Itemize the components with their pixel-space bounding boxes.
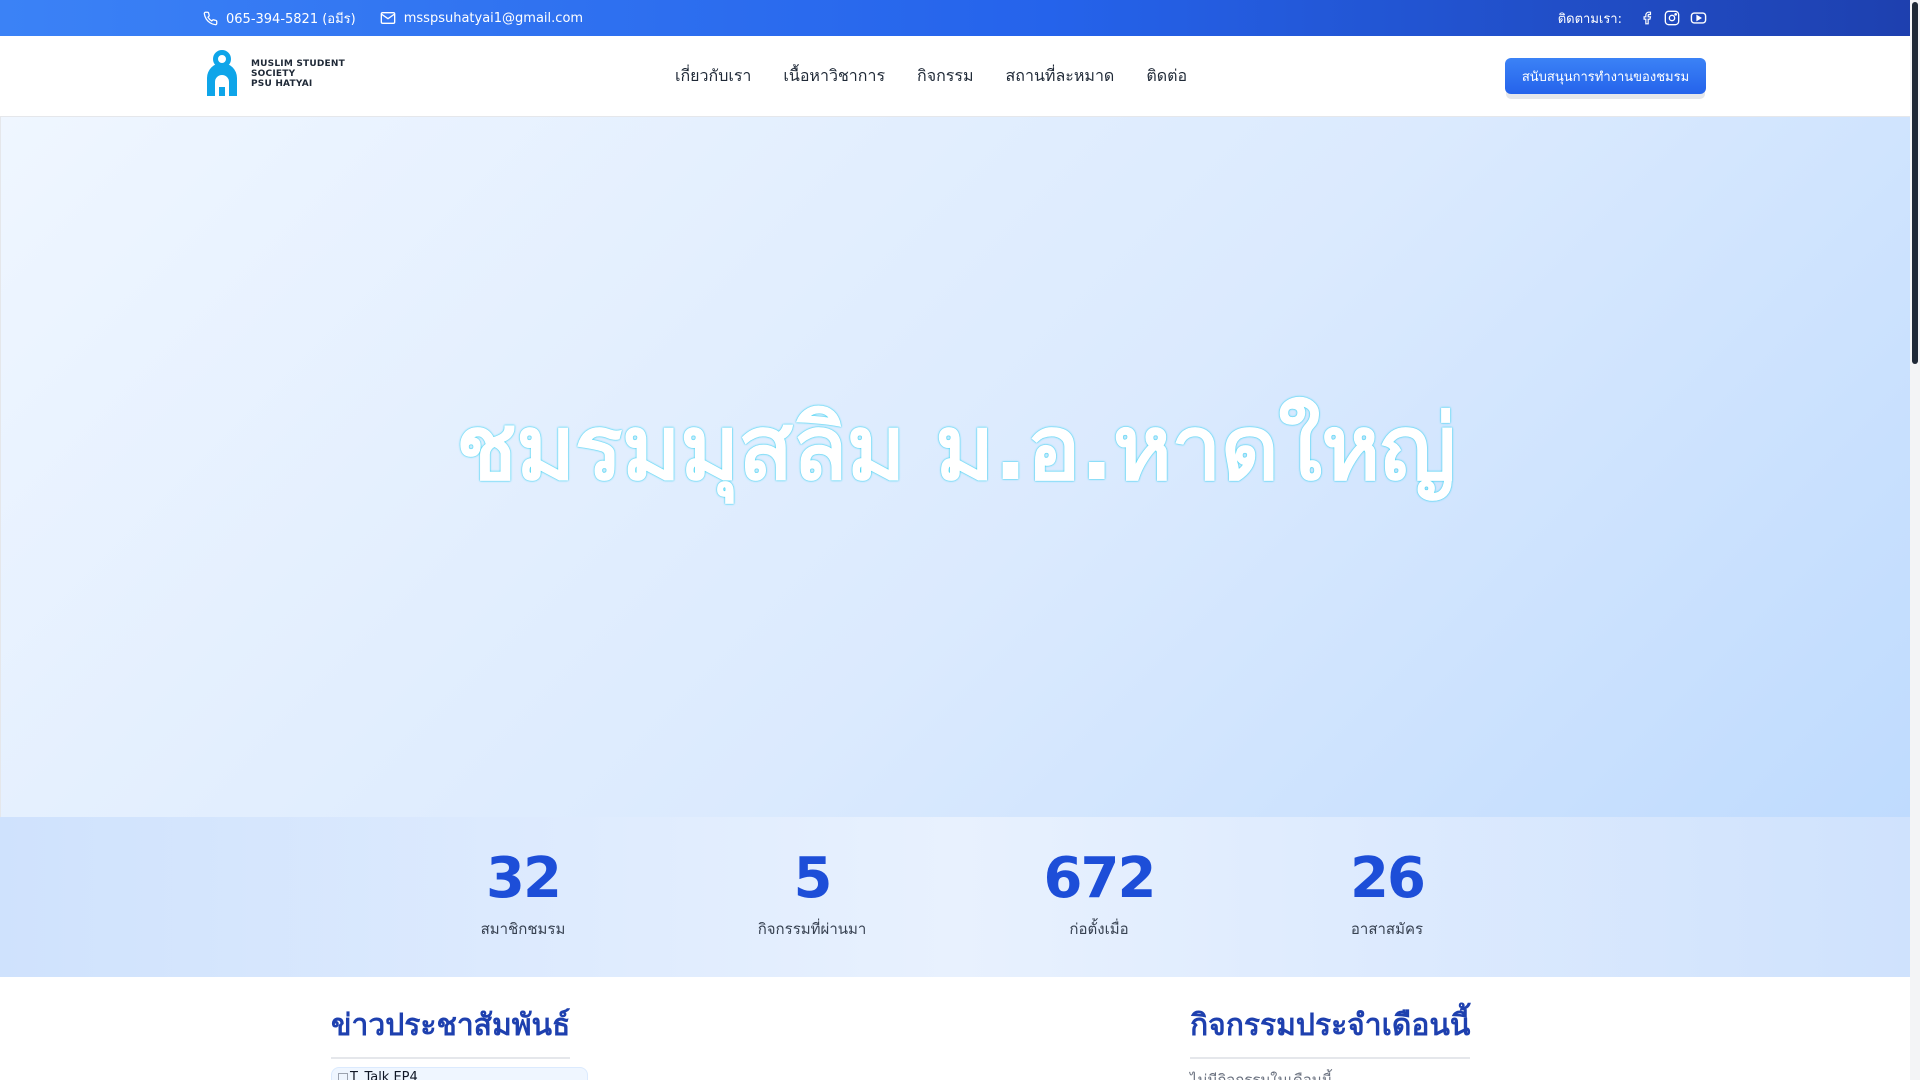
phone-number: 065-394-5821 (อมีร) <box>226 11 356 27</box>
broken-image-icon <box>338 1072 348 1080</box>
support-club-button[interactable]: สนับสนุนการทำงานของชมรม <box>1505 58 1706 94</box>
nav-contact[interactable]: ติดต่อ <box>1146 64 1187 89</box>
follow-label: ติดตามเรา: <box>1557 11 1622 27</box>
social-links: ติดตามเรา: <box>1558 0 1707 36</box>
nav-prayer-places[interactable]: สถานที่ละหมาด <box>1006 64 1115 89</box>
stat-founded: 672 ก่อตั้งเมื่อ <box>999 847 1199 941</box>
phone-contact[interactable]: 065-394-5821 (อมีร) <box>203 8 356 29</box>
activities-section-title: กิจกรรมประจำเดือนนี้ <box>1190 1002 1471 1059</box>
hero-banner: ชมรมมุสลิม ม.อ.หาดใหญ่ <box>0 117 1910 817</box>
nav-activities[interactable]: กิจกรรม <box>917 64 973 89</box>
stat-value: 672 <box>1043 846 1157 911</box>
contact-info: 065-394-5821 (อมีร) msspsuhatyai1@gmail.… <box>203 0 583 36</box>
hero-title: ชมรมมุสลิม ม.อ.หาดใหญ่ <box>455 395 1456 501</box>
stat-value: 5 <box>793 846 833 911</box>
scrollbar-thumb[interactable] <box>1912 2 1918 364</box>
news-section-title: ข่าวประชาสัมพันธ์ <box>331 1002 571 1059</box>
stat-past-activities: 5 กิจกรรมที่ผ่านมา <box>712 847 912 941</box>
stat-label: กิจกรรมที่ผ่านมา <box>757 920 867 938</box>
main-nav: เกี่ยวกับเรา เนื้อหาวิชาการ กิจกรรม สถาน… <box>675 36 1187 117</box>
facebook-icon[interactable] <box>1640 10 1654 26</box>
stat-label: อาสาสมัคร <box>1350 920 1424 938</box>
email-contact[interactable]: msspsuhatyai1@gmail.com <box>380 11 583 26</box>
nav-about[interactable]: เกี่ยวกับเรา <box>675 64 751 89</box>
instagram-icon[interactable] <box>1664 10 1680 26</box>
mail-icon <box>380 11 396 25</box>
news-card-image[interactable]: T_Talk EP4 <box>331 1067 588 1080</box>
nav-academic[interactable]: เนื้อหาวิชาการ <box>783 64 885 89</box>
stat-members: 32 สมาชิกชมรม <box>423 847 623 941</box>
stat-value: 26 <box>1350 846 1426 911</box>
stat-label: ก่อตั้งเมื่อ <box>1069 920 1129 938</box>
no-activities-text: ไม่มีกิจกรรมในเดือนนี้ <box>1190 1071 1333 1080</box>
page-scrollbar[interactable] <box>1910 0 1920 1080</box>
logo-text: MUSLIM STUDENT SOCIETY PSU HATYAI <box>251 59 345 89</box>
site-header: MUSLIM STUDENT SOCIETY PSU HATYAI เกี่ยว… <box>0 36 1910 117</box>
email-address: msspsuhatyai1@gmail.com <box>403 10 584 26</box>
stat-value: 32 <box>486 846 562 911</box>
stat-label: สมาชิกชมรม <box>480 920 566 938</box>
stat-volunteers: 26 อาสาสมัคร <box>1287 847 1487 941</box>
youtube-icon[interactable] <box>1690 11 1707 25</box>
phone-icon <box>203 11 218 26</box>
site-logo[interactable]: MUSLIM STUDENT SOCIETY PSU HATYAI <box>203 50 345 98</box>
logo-mark-icon <box>207 50 237 96</box>
news-image-alt: T_Talk EP4 <box>350 1070 418 1080</box>
stats-section: 32 สมาชิกชมรม 5 กิจกรรมที่ผ่านมา 672 ก่อ… <box>0 817 1910 977</box>
top-contact-bar: 065-394-5821 (อมีร) msspsuhatyai1@gmail.… <box>0 0 1910 36</box>
